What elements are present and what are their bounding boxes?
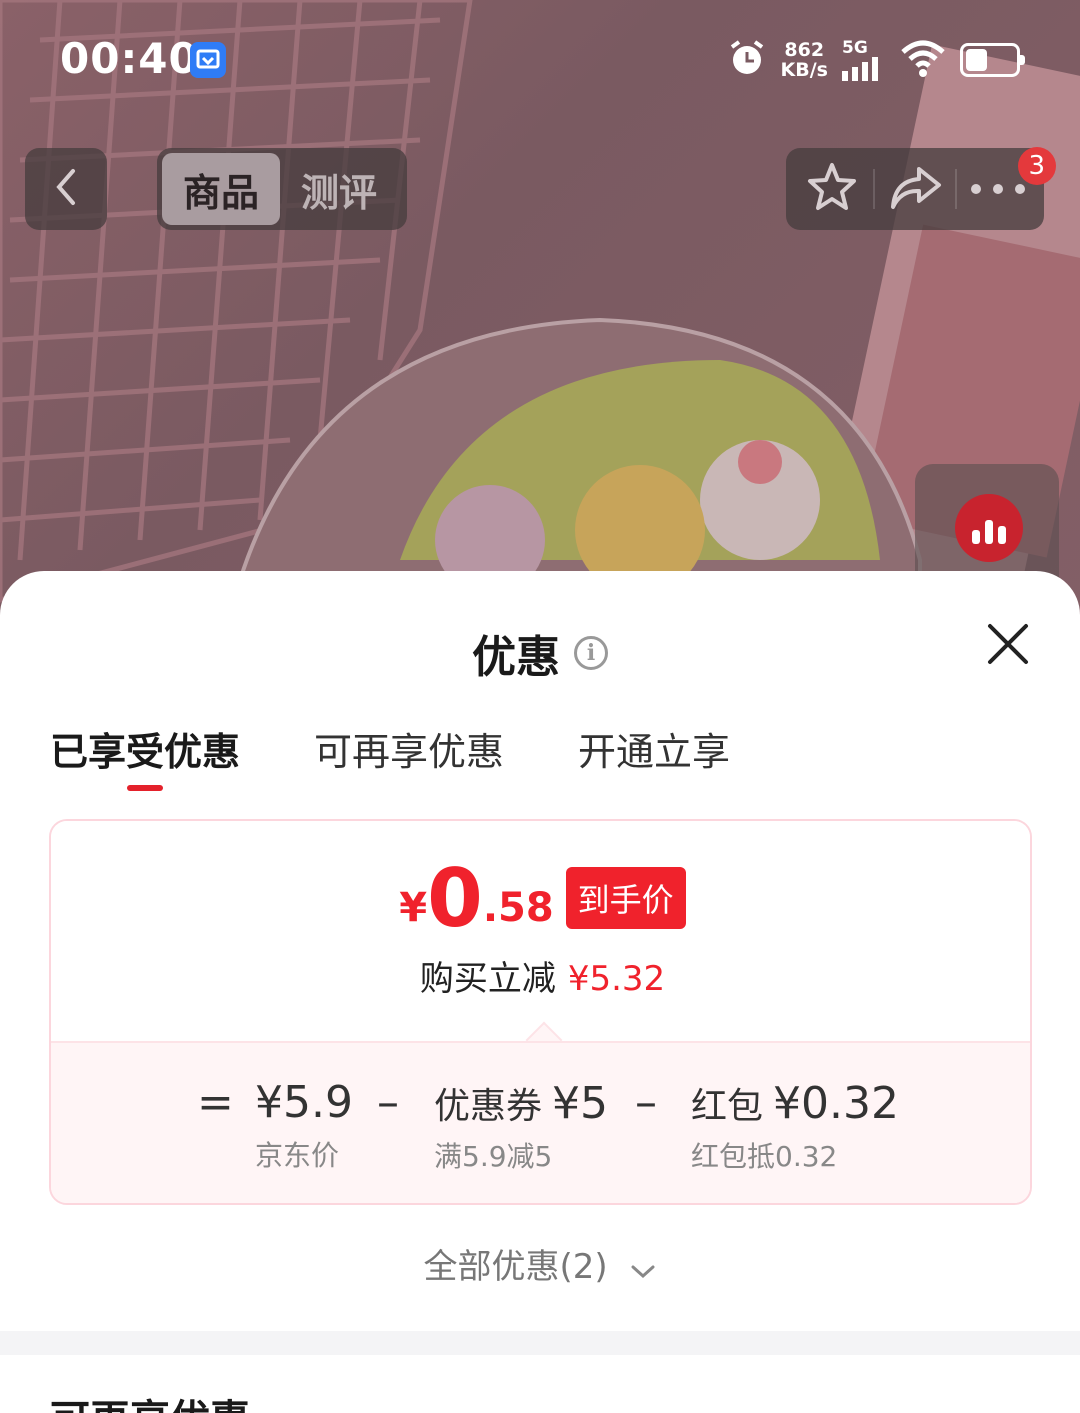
close-button[interactable] bbox=[985, 621, 1031, 667]
redpacket-label: 红包 bbox=[691, 1086, 764, 1127]
all-offers-label: 全部优惠(2) bbox=[423, 1247, 608, 1287]
more-button[interactable]: 3 bbox=[958, 147, 1056, 225]
tab-product[interactable]: 商品 bbox=[162, 153, 280, 225]
net-speed-unit: KB/s bbox=[780, 59, 828, 81]
jd-price-value: ¥5.9 bbox=[255, 1077, 353, 1128]
price-breakdown: = ¥5.9 京东价 – 优惠券 ¥5 满5.9减5 – 红包 ¥0.32 红包抵0… bbox=[51, 1041, 1030, 1203]
battery-icon bbox=[960, 43, 1025, 77]
notification-badge: 3 bbox=[1017, 147, 1056, 185]
final-price-currency: ¥ bbox=[399, 885, 428, 931]
final-price: ¥ 0 .58 到手价 bbox=[51, 852, 1030, 945]
tab-review[interactable]: 测评 bbox=[280, 153, 398, 225]
net-speed-value: 862 bbox=[784, 39, 825, 61]
redpacket-value: ¥0.32 bbox=[773, 1078, 899, 1129]
back-button[interactable] bbox=[25, 148, 107, 230]
discount-tabs: 已享受优惠 可再享优惠 开通立享 bbox=[50, 721, 730, 791]
net-speed: 862 KB/s bbox=[781, 40, 828, 80]
coupon-label: 优惠券 bbox=[434, 1086, 543, 1127]
cellular-signal-icon: 5G bbox=[842, 37, 886, 81]
share-icon bbox=[887, 163, 943, 215]
nav-actions: 3 bbox=[786, 147, 1056, 230]
coupon-value: ¥5 bbox=[552, 1078, 609, 1129]
all-offers-toggle[interactable]: 全部优惠(2) bbox=[0, 1239, 1080, 1289]
redpacket-condition: 红包抵0.32 bbox=[691, 1140, 838, 1173]
status-bar: 00:40 862 KB/s 5G bbox=[0, 30, 1080, 90]
save-line: 购买立减 ¥5.32 bbox=[51, 951, 1030, 1000]
discount-sheet: 优惠 i 已享受优惠 可再享优惠 开通立享 ¥ 0 .58 到手价 购买立减 ¥5… bbox=[0, 571, 1080, 1413]
screen-capture-icon bbox=[190, 42, 226, 78]
minus-sign: – bbox=[635, 1077, 657, 1128]
network-type: 5G bbox=[842, 37, 868, 58]
save-amount: ¥5.32 bbox=[567, 959, 666, 999]
sheet-title: 优惠 bbox=[472, 632, 560, 683]
final-price-tag: 到手价 bbox=[565, 867, 686, 929]
more-icon bbox=[970, 180, 1026, 199]
tab-more-available[interactable]: 可再享优惠 bbox=[314, 721, 504, 787]
jd-price-item: ¥5.9 京东价 bbox=[255, 1077, 353, 1174]
close-icon bbox=[985, 624, 1031, 671]
redpacket-item[interactable]: 红包 ¥0.32 红包抵0.32 bbox=[691, 1077, 899, 1175]
final-price-integer: 0 bbox=[427, 852, 483, 945]
wifi-icon bbox=[900, 38, 946, 82]
battery-level bbox=[966, 49, 987, 71]
coupon-item[interactable]: 优惠券 ¥5 满5.9减5 bbox=[434, 1077, 608, 1175]
chevron-down-icon bbox=[630, 1249, 656, 1289]
jd-price-label: 京东价 bbox=[255, 1139, 340, 1172]
chevron-left-icon bbox=[51, 167, 81, 211]
equals-sign: = bbox=[197, 1077, 234, 1128]
section-divider bbox=[0, 1331, 1080, 1355]
info-icon[interactable]: i bbox=[574, 636, 608, 670]
star-icon bbox=[805, 161, 859, 217]
tab-open-now[interactable]: 开通立享 bbox=[578, 721, 730, 787]
minus-sign: – bbox=[377, 1077, 399, 1128]
final-price-decimal: .58 bbox=[482, 885, 554, 931]
save-label: 购买立减 bbox=[419, 959, 556, 999]
coupon-condition: 满5.9减5 bbox=[434, 1140, 553, 1173]
share-button[interactable] bbox=[875, 153, 955, 225]
more-offers-section-title: 可再享优惠 bbox=[50, 1387, 250, 1413]
tab-enjoyed[interactable]: 已享受优惠 bbox=[50, 721, 240, 791]
alarm-icon bbox=[727, 38, 767, 82]
status-time: 00:40 bbox=[60, 34, 199, 83]
page-tabs: 商品 测评 bbox=[157, 148, 407, 230]
bar-chart-icon bbox=[955, 494, 1023, 562]
favorite-button[interactable] bbox=[792, 153, 872, 225]
price-card: ¥ 0 .58 到手价 购买立减 ¥5.32 = ¥5.9 京东价 – 优惠券 ¥5… bbox=[49, 819, 1032, 1205]
